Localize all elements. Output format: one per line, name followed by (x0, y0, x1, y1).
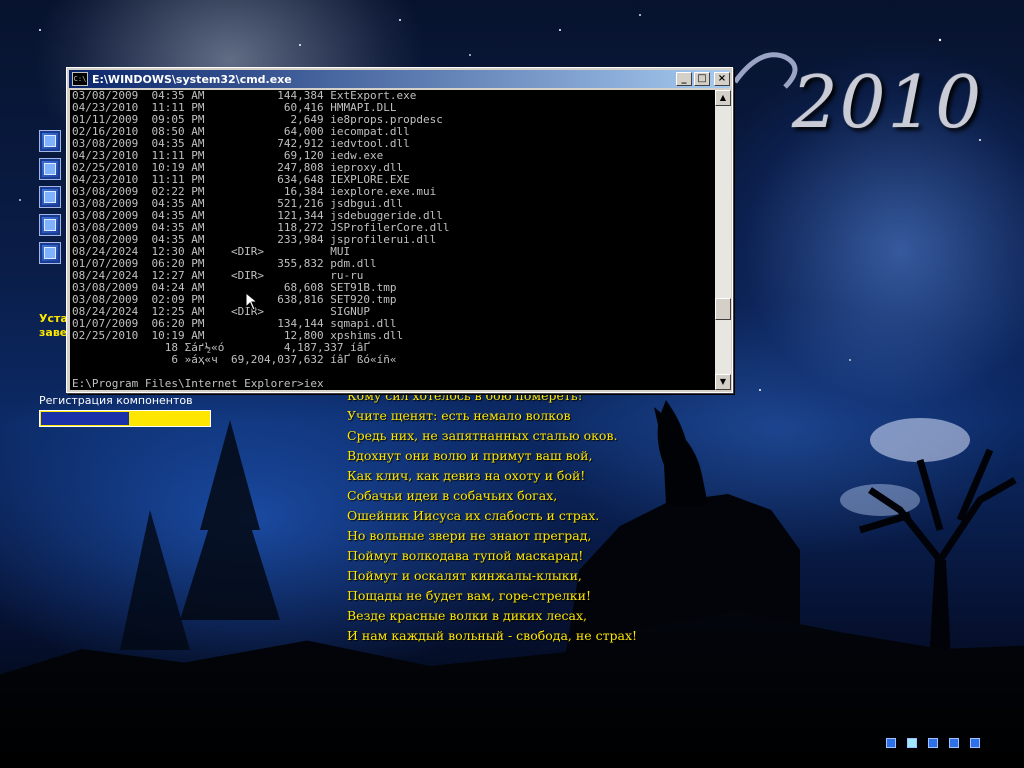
tray-square-icon[interactable] (970, 738, 980, 748)
tray-square-icon[interactable] (949, 738, 959, 748)
poem-line: Собачьи идеи в собачьих богах, (347, 488, 558, 503)
scroll-up-button[interactable]: ▲ (715, 90, 731, 106)
progress-fill (41, 412, 130, 425)
poem-line: И нам каждый вольный - свобода, не страх… (347, 628, 638, 643)
poem-line: Пощады не будет вам, горе-стрелки! (347, 588, 591, 603)
command-prompt[interactable]: E:\Program Files\Internet Explorer>iex (72, 378, 324, 390)
poem-line: Но вольные звери не знают преград, (347, 528, 592, 543)
poem-line: Ошейник Иисуса их слабость и страх. (347, 508, 600, 523)
cmd-titlebar[interactable]: C:\ E:\WINDOWS\system32\cmd.exe _ □ × (69, 70, 730, 88)
cmd-app-icon[interactable]: C:\ (72, 72, 88, 86)
tray-square-icon[interactable] (928, 738, 938, 748)
console-lines: 03/08/2009 04:35 AM 144,384 ExtExport.ex… (72, 90, 450, 366)
registration-label: Регистрация компонентов (39, 394, 193, 407)
tray-square-icon[interactable] (886, 738, 896, 748)
poem-line: Средь них, не запятнанных сталью оков. (347, 428, 618, 443)
howling-wolf-silhouette (654, 400, 708, 505)
scrollbar-thumb[interactable] (715, 298, 731, 320)
cmd-window[interactable]: C:\ E:\WINDOWS\system32\cmd.exe _ □ × 03… (66, 67, 733, 393)
vertical-scrollbar[interactable]: ▲ ▼ (715, 90, 731, 390)
poem-line: Поймут и оскалят кинжалы-клыки, (347, 568, 582, 583)
desktop-icon-5[interactable] (39, 242, 61, 264)
minimize-button[interactable]: _ (676, 72, 692, 86)
tray-square-icon[interactable] (907, 738, 917, 748)
year-logo: 2010 (792, 60, 984, 144)
maximize-button[interactable]: □ (694, 72, 710, 86)
registration-progress-bar (39, 410, 211, 427)
mouse-cursor-icon (245, 292, 259, 311)
desktop-icon-4[interactable] (39, 214, 61, 236)
scroll-down-button[interactable]: ▼ (715, 374, 731, 390)
poem-text: Кому сил хотелось в бою помереть! Учите щ… (347, 386, 647, 646)
poem-line: Везде красные волки в диких лесах, (347, 608, 588, 623)
desktop-icon-1[interactable] (39, 130, 61, 152)
poem-line: Учите щенят: есть немало волков (347, 408, 571, 423)
tray-icons (886, 738, 980, 748)
install-status-text-2: заве (39, 326, 68, 339)
desktop-icon-2[interactable] (39, 158, 61, 180)
poem-line: Поймут волкодава тупой маскарад! (347, 548, 584, 563)
install-status-text-1: Уста (39, 312, 68, 325)
console-output[interactable]: 03/08/2009 04:35 AM 144,384 ExtExport.ex… (70, 90, 715, 390)
desktop-icon-3[interactable] (39, 186, 61, 208)
poem-line: Вдохнут они волю и примут ваш вой, (347, 448, 593, 463)
cmd-window-title: E:\WINDOWS\system32\cmd.exe (92, 72, 292, 86)
poem-line: Как клич, как девиз на охоту и бой! (347, 468, 586, 483)
close-button[interactable]: × (714, 72, 730, 86)
